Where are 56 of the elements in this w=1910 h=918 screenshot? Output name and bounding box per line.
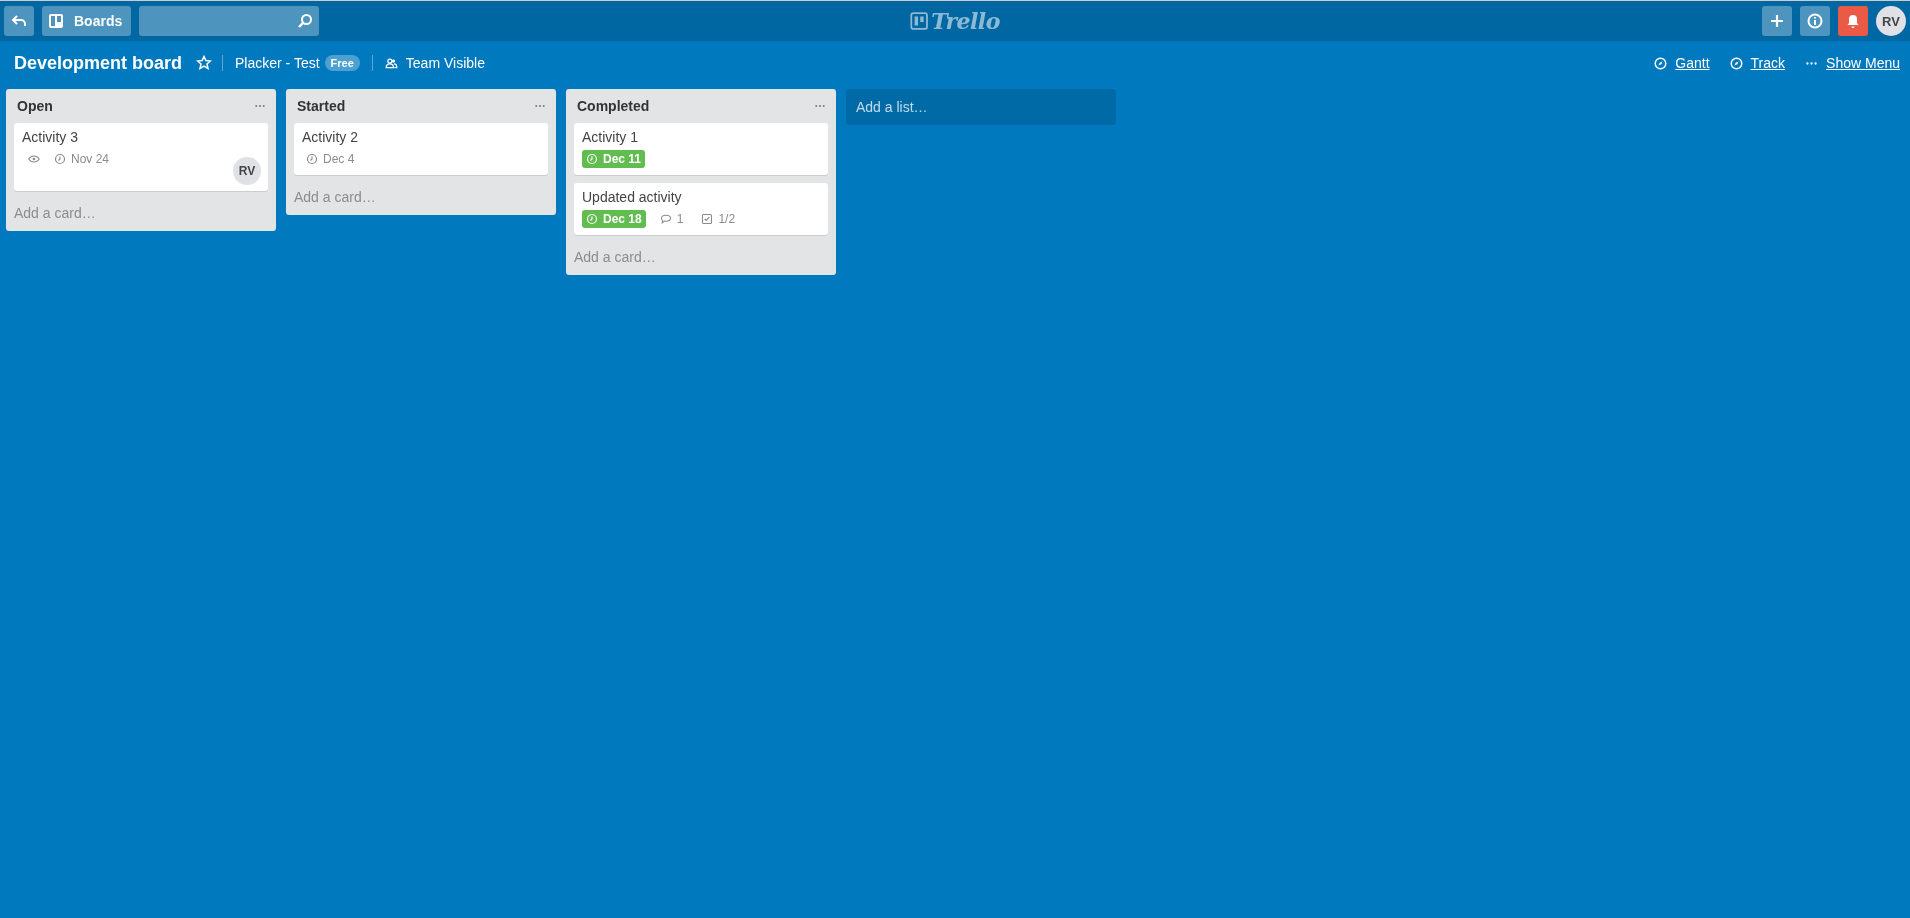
plan-badge: Free bbox=[324, 55, 360, 71]
due-date: Dec 4 bbox=[302, 150, 359, 168]
back-arrow-icon bbox=[11, 13, 27, 29]
list-title[interactable]: Completed bbox=[577, 98, 650, 114]
add-button[interactable] bbox=[1762, 6, 1792, 36]
info-button[interactable] bbox=[1800, 6, 1830, 36]
clock-icon bbox=[54, 153, 66, 165]
add-card-link[interactable]: Add a card… bbox=[574, 243, 828, 275]
notifications-button[interactable] bbox=[1838, 6, 1868, 36]
show-menu-link[interactable]: Show Menu bbox=[1805, 55, 1900, 71]
back-button[interactable] bbox=[4, 6, 34, 36]
eye-icon bbox=[28, 153, 40, 165]
member-avatar[interactable]: RV bbox=[233, 157, 261, 185]
team-icon bbox=[384, 56, 398, 70]
boards-icon bbox=[48, 13, 64, 29]
gantt-link[interactable]: Gantt bbox=[1654, 55, 1710, 71]
star-button[interactable] bbox=[196, 55, 213, 71]
star-icon bbox=[196, 55, 213, 71]
card-title: Activity 2 bbox=[302, 129, 359, 145]
add-list-button[interactable]: Add a list… bbox=[846, 89, 1116, 125]
list-title[interactable]: Started bbox=[297, 98, 346, 114]
boards-icon bbox=[910, 12, 929, 30]
card[interactable]: Updated activity Dec 18 1 1/2 bbox=[574, 183, 828, 235]
add-card-link[interactable]: Add a card… bbox=[294, 183, 548, 215]
clock-icon bbox=[586, 153, 598, 165]
due-date-badge: Dec 11 bbox=[582, 150, 646, 168]
trello-logo[interactable]: Trello bbox=[910, 8, 1000, 34]
visibility-button[interactable]: Team Visible bbox=[384, 55, 485, 71]
avatar[interactable]: RV bbox=[1876, 6, 1906, 36]
speech-bubble-icon bbox=[659, 213, 672, 225]
search-field[interactable] bbox=[139, 6, 320, 36]
team-name[interactable]: Placker - Test bbox=[235, 55, 320, 71]
search-icon bbox=[297, 13, 314, 29]
card[interactable]: Activity 2 Dec 4 bbox=[294, 123, 548, 175]
add-card-link[interactable]: Add a card… bbox=[14, 199, 268, 231]
checkbox-icon bbox=[701, 213, 714, 225]
due-date-badge: Dec 18 bbox=[582, 210, 646, 228]
clock-icon bbox=[586, 213, 598, 225]
checklist-count: 1/2 bbox=[697, 210, 740, 228]
card[interactable]: Activity 1 Dec 11 bbox=[574, 123, 828, 175]
info-icon bbox=[1807, 13, 1823, 29]
board-title[interactable]: Development board bbox=[14, 52, 183, 74]
card-title: Updated activity bbox=[582, 189, 683, 205]
card-title: Activity 3 bbox=[22, 129, 79, 145]
plus-icon bbox=[1769, 13, 1785, 29]
list-title[interactable]: Open bbox=[17, 98, 53, 114]
compass-icon bbox=[1654, 56, 1668, 70]
card-title: Activity 1 bbox=[582, 129, 639, 145]
bell-icon bbox=[1845, 13, 1861, 29]
due-date: Nov 24 bbox=[50, 150, 114, 168]
comment-count: 1 bbox=[655, 210, 688, 228]
track-link[interactable]: Track bbox=[1729, 55, 1786, 71]
clock-icon bbox=[306, 153, 318, 165]
boards-button[interactable]: Boards bbox=[42, 6, 132, 36]
compass-icon bbox=[1729, 56, 1743, 70]
card[interactable]: Activity 3 Nov 24 RV bbox=[14, 123, 268, 191]
